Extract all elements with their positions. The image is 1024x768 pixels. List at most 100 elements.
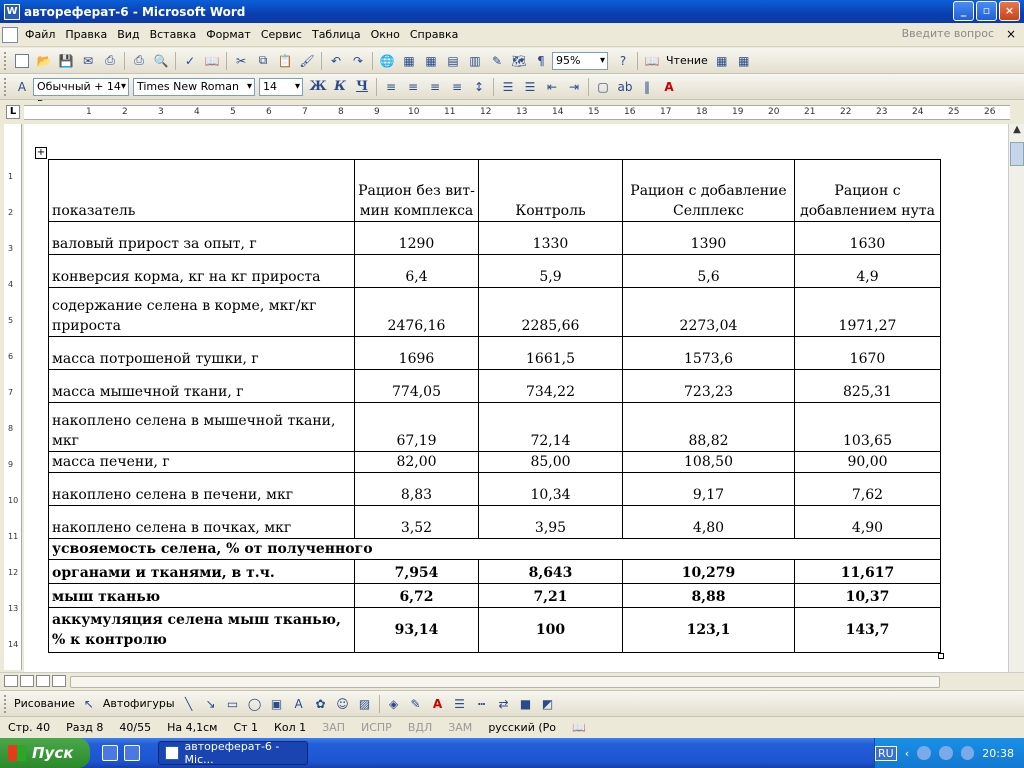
help-question-input[interactable]: Введите вопрос <box>902 27 994 40</box>
table-cell[interactable]: 1670 <box>794 336 941 370</box>
read-icon[interactable]: 📖 <box>641 51 663 71</box>
arrow-icon[interactable]: ↘ <box>200 694 222 714</box>
menu-table[interactable]: Таблица <box>307 28 366 41</box>
table-cell[interactable]: 723,23 <box>622 369 795 403</box>
table-cell[interactable]: 93,14 <box>354 607 479 653</box>
row-label[interactable]: аккумуляция селена мыш тканью, % к контр… <box>48 607 355 653</box>
table-cell[interactable]: 8,643 <box>478 559 623 584</box>
style-select[interactable]: Обычный + 14 г <box>33 77 129 109</box>
language-indicator[interactable]: RU <box>874 745 897 761</box>
tab-stop-selector[interactable]: L <box>6 105 20 119</box>
cut-icon[interactable]: ✂ <box>230 51 252 71</box>
font-color-icon[interactable]: A <box>658 77 680 97</box>
web-view-icon[interactable] <box>20 675 34 687</box>
table-move-handle-icon[interactable]: + <box>35 147 47 159</box>
row-label[interactable]: масса печени, г <box>48 451 355 473</box>
taskbar-word-button[interactable]: автореферат-6 - Mic... <box>158 740 308 766</box>
menu-tools[interactable]: Сервис <box>256 28 307 41</box>
browser-icon[interactable] <box>124 745 140 761</box>
document-close-icon[interactable]: × <box>1006 27 1016 41</box>
header-cell[interactable]: Рацион с добавление Селплекс <box>622 159 795 222</box>
row-label[interactable]: масса потрошеной тушки, г <box>48 336 355 370</box>
row-label[interactable]: валовый прирост за опыт, г <box>48 221 355 255</box>
shadow-icon[interactable]: ■ <box>515 694 537 714</box>
table-cell[interactable]: 8,88 <box>622 583 795 608</box>
vertical-scrollbar[interactable]: ▲ <box>1008 124 1024 672</box>
status-language[interactable]: русский (Ро <box>480 721 564 734</box>
print-layout-icon[interactable] <box>36 675 50 687</box>
table-cell[interactable]: 1330 <box>478 221 623 255</box>
save-icon[interactable]: 💾 <box>55 51 77 71</box>
table-cell[interactable]: 10,34 <box>478 472 623 506</box>
table-cell[interactable]: 3,52 <box>354 505 479 539</box>
table-cell[interactable]: 3,95 <box>478 505 623 539</box>
menu-insert[interactable]: Вставка <box>145 28 202 41</box>
table-cell[interactable]: 72,14 <box>478 402 623 452</box>
tables-borders-icon[interactable]: ▦ <box>398 51 420 71</box>
header-cell[interactable]: Рацион без вит-мин комплекса <box>354 159 479 222</box>
table-cell[interactable]: 4,90 <box>794 505 941 539</box>
drawing-menu-button[interactable]: Рисование <box>11 697 78 710</box>
bullets-icon[interactable]: ☰ <box>519 77 541 97</box>
table-cell[interactable]: 6,72 <box>354 583 479 608</box>
spelling-status-icon[interactable]: 📖 <box>564 721 594 734</box>
picture-icon[interactable]: ▨ <box>354 694 376 714</box>
table-cell[interactable]: 143,7 <box>794 607 941 653</box>
table-cell[interactable]: 2273,04 <box>622 287 795 337</box>
status-ovr[interactable]: ЗАМ <box>440 721 480 734</box>
columns-icon[interactable]: ▥ <box>464 51 486 71</box>
scroll-thumb[interactable] <box>1010 142 1024 166</box>
desktop-icon[interactable] <box>102 745 118 761</box>
decrease-indent-icon[interactable]: ⇤ <box>541 77 563 97</box>
row-label[interactable]: накоплено селена в почках, мкг <box>48 505 355 539</box>
start-button[interactable]: Пуск <box>0 738 90 768</box>
table-cell[interactable]: 5,9 <box>478 254 623 288</box>
ruler-strip[interactable]: 1 2 3 4 5 6 7 8 9 10 11 12 13 14 15 16 1… <box>24 105 1010 120</box>
table-cell[interactable]: 1971,27 <box>794 287 941 337</box>
table-cell[interactable]: 103,65 <box>794 402 941 452</box>
align-center-icon[interactable]: ≡ <box>402 77 424 97</box>
line-icon[interactable]: ╲ <box>178 694 200 714</box>
clipart-icon[interactable]: ☺ <box>332 694 354 714</box>
research-icon[interactable]: 📖 <box>201 51 223 71</box>
redo-icon[interactable]: ↷ <box>347 51 369 71</box>
table-cell[interactable]: 1696 <box>354 336 479 370</box>
bold-icon[interactable]: Ж <box>307 77 329 97</box>
numbering-icon[interactable]: ☰ <box>497 77 519 97</box>
font-size-select[interactable]: 14 <box>259 77 303 96</box>
table-resize-handle[interactable] <box>938 653 944 659</box>
table-cell[interactable]: 7,954 <box>354 559 479 584</box>
increase-indent-icon[interactable]: ⇥ <box>563 77 585 97</box>
outline-view-icon[interactable] <box>52 675 66 687</box>
table-cell[interactable]: 2476,16 <box>354 287 479 337</box>
spelling-icon[interactable]: ✓ <box>179 51 201 71</box>
styles-icon[interactable]: A <box>11 77 33 97</box>
document-page[interactable]: + показатель Рацион без вит-мин комплекс… <box>24 124 1008 672</box>
font-color-icon[interactable]: A <box>427 694 449 714</box>
zoom-select[interactable]: 95% <box>552 51 608 70</box>
table-cell[interactable]: 734,22 <box>478 369 623 403</box>
show-hide-icon[interactable]: ¶ <box>530 51 552 71</box>
hscroll-thumb[interactable] <box>70 676 940 688</box>
header-cell[interactable]: показатель <box>48 159 355 222</box>
table-cell[interactable]: 1573,6 <box>622 336 795 370</box>
status-trk[interactable]: ИСПР <box>353 721 400 734</box>
arrow-style-icon[interactable]: ⇄ <box>493 694 515 714</box>
row-label[interactable]: содержание селена в корме, мкг/кг прирос… <box>48 287 355 337</box>
justify-icon[interactable]: ≡ <box>446 77 468 97</box>
preview-icon[interactable]: 🔍 <box>150 51 172 71</box>
dash-style-icon[interactable]: ┅ <box>471 694 493 714</box>
open-icon[interactable]: 📂 <box>33 51 55 71</box>
underline-icon[interactable]: Ч <box>351 77 373 97</box>
table-cell[interactable]: 7,62 <box>794 472 941 506</box>
toolbar-grip[interactable] <box>4 51 7 70</box>
table-cell[interactable]: 11,617 <box>794 559 941 584</box>
horizontal-scrollbar[interactable] <box>0 672 1024 690</box>
oval-icon[interactable]: ◯ <box>244 694 266 714</box>
align-left-icon[interactable]: ≡ <box>380 77 402 97</box>
line-style-icon[interactable]: ☰ <box>449 694 471 714</box>
new-document-icon[interactable] <box>11 51 33 71</box>
maximize-button[interactable]: ▫ <box>976 1 997 21</box>
grid-icon[interactable]: ▦ <box>711 51 733 71</box>
normal-view-icon[interactable] <box>4 675 18 687</box>
